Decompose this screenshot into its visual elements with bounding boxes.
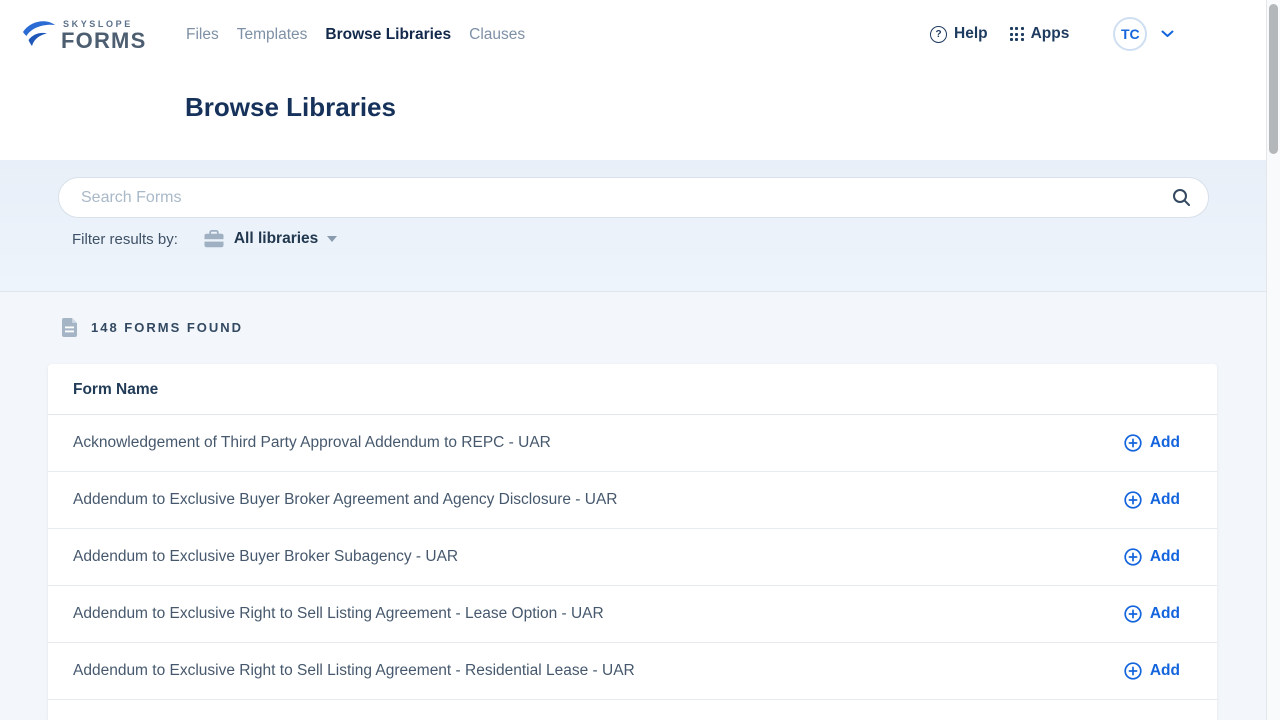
form-name: Acknowledgement of Third Party Approval … xyxy=(73,434,551,452)
library-filter-dropdown[interactable]: All libraries xyxy=(234,230,318,248)
table-row: Acknowledgement of Third Party Approval … xyxy=(48,415,1217,472)
results-count-row: 148 FORMS FOUND xyxy=(61,317,243,338)
logo-swoosh-icon xyxy=(22,17,56,53)
app-header: SKYSLOPE FORMS Files Templates Browse Li… xyxy=(0,0,1280,160)
table-row: Addendum to Exclusive Buyer Broker Agree… xyxy=(48,472,1217,529)
form-name: Addendum to Exclusive Buyer Broker Agree… xyxy=(73,491,617,509)
search-filter-section: Filter results by: All libraries xyxy=(0,160,1280,292)
table-row: Addendum to Exclusive Buyer Broker Subag… xyxy=(48,529,1217,586)
chevron-down-icon[interactable] xyxy=(1161,30,1174,38)
nav-item-browse-libraries[interactable]: Browse Libraries xyxy=(325,26,451,44)
add-button-label: Add xyxy=(1150,491,1180,509)
add-circle-plus-icon xyxy=(1124,491,1142,509)
add-button-label: Add xyxy=(1150,662,1180,680)
forms-table-card: Form Name Acknowledgement of Third Party… xyxy=(48,364,1217,720)
document-icon xyxy=(61,317,78,338)
filter-label: Filter results by: xyxy=(72,231,178,248)
nav-item-files[interactable]: Files xyxy=(186,26,219,44)
add-circle-plus-icon xyxy=(1124,434,1142,452)
briefcase-icon xyxy=(204,230,224,248)
table-row-partial xyxy=(48,700,1217,720)
search-bar xyxy=(58,177,1209,218)
nav-item-clauses[interactable]: Clauses xyxy=(469,26,525,44)
form-name: Addendum to Exclusive Right to Sell List… xyxy=(73,662,635,680)
form-name: Addendum to Exclusive Buyer Broker Subag… xyxy=(73,548,458,566)
add-button-label: Add xyxy=(1150,548,1180,566)
add-button[interactable]: Add xyxy=(1124,662,1180,680)
help-button[interactable]: Help xyxy=(954,25,988,43)
caret-down-icon[interactable] xyxy=(327,236,337,242)
table-header-form-name: Form Name xyxy=(48,364,1217,415)
header-actions: ? Help Apps TC xyxy=(930,17,1174,51)
search-icon[interactable] xyxy=(1172,188,1191,212)
main-nav: Files Templates Browse Libraries Clauses xyxy=(186,26,525,44)
nav-item-templates[interactable]: Templates xyxy=(237,26,308,44)
help-icon[interactable]: ? xyxy=(930,26,947,43)
forms-found-count: 148 FORMS FOUND xyxy=(91,320,243,335)
brand-name-bottom: FORMS xyxy=(61,29,146,52)
filter-row: Filter results by: All libraries xyxy=(72,230,337,248)
add-button[interactable]: Add xyxy=(1124,491,1180,509)
add-circle-plus-icon xyxy=(1124,662,1142,680)
form-name: Addendum to Exclusive Right to Sell List… xyxy=(73,605,604,623)
add-button-label: Add xyxy=(1150,434,1180,452)
page-scrollbar[interactable] xyxy=(1266,0,1280,720)
skyslope-forms-logo[interactable]: SKYSLOPE FORMS xyxy=(22,17,146,53)
add-button[interactable]: Add xyxy=(1124,434,1180,452)
apps-button[interactable]: Apps xyxy=(1031,25,1070,43)
table-row: Addendum to Exclusive Right to Sell List… xyxy=(48,586,1217,643)
add-circle-plus-icon xyxy=(1124,605,1142,623)
scrollbar-thumb[interactable] xyxy=(1269,4,1278,154)
add-circle-plus-icon xyxy=(1124,548,1142,566)
page-title: Browse Libraries xyxy=(185,92,396,123)
search-input[interactable] xyxy=(58,177,1209,218)
table-row: Addendum to Exclusive Right to Sell List… xyxy=(48,643,1217,700)
add-button-label: Add xyxy=(1150,605,1180,623)
apps-grid-icon[interactable] xyxy=(1010,27,1024,41)
avatar[interactable]: TC xyxy=(1113,17,1147,51)
table-body: Acknowledgement of Third Party Approval … xyxy=(48,415,1217,700)
add-button[interactable]: Add xyxy=(1124,548,1180,566)
add-button[interactable]: Add xyxy=(1124,605,1180,623)
